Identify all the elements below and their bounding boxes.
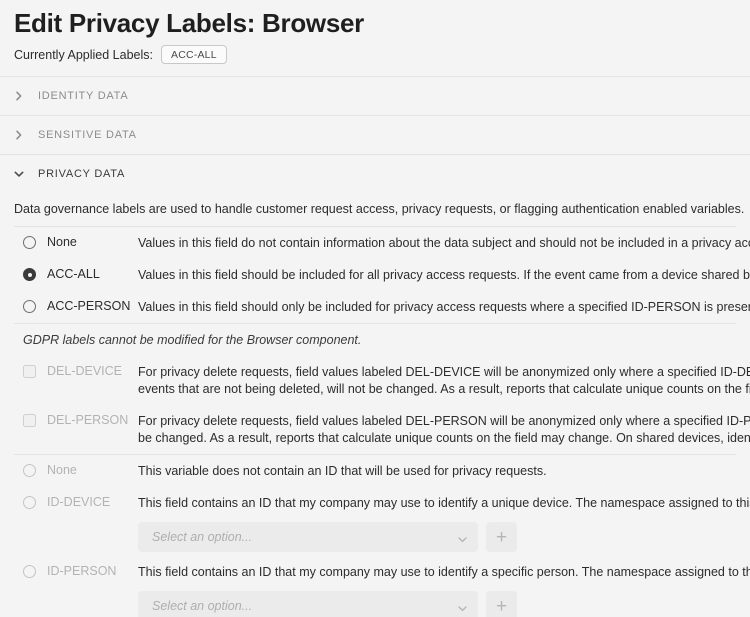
namespace-select-placeholder-id-person: Select an option... bbox=[152, 599, 253, 614]
applied-label-chip-acc-all[interactable]: ACC-ALL bbox=[160, 45, 227, 65]
currently-applied-labels-row: Currently Applied Labels: ACC-ALL bbox=[14, 45, 736, 65]
option-description-del-device: For privacy delete requests, field value… bbox=[136, 364, 750, 398]
option-row-id-person: ID-PERSON This field contains an ID that… bbox=[14, 556, 750, 588]
option-row-del-device: DEL-DEVICE For privacy delete requests, … bbox=[14, 356, 750, 405]
option-label-del-person: DEL-PERSON bbox=[47, 413, 129, 428]
accordion-title-identity-data: IDENTITY DATA bbox=[38, 90, 129, 103]
option-control-id-person: ID-PERSON bbox=[14, 564, 136, 579]
option-description-acc-all: Values in this field should be included … bbox=[138, 268, 750, 283]
option-description-id-person: This field contains an ID that my compan… bbox=[138, 565, 750, 580]
checkbox-del-device bbox=[23, 365, 36, 379]
checkbox-del-person bbox=[23, 414, 36, 428]
option-label-id-person: ID-PERSON bbox=[47, 564, 117, 579]
namespace-select-placeholder-id-device: Select an option... bbox=[152, 530, 253, 545]
option-control-del-person: DEL-PERSON bbox=[14, 413, 136, 428]
option-row-none-access[interactable]: None Values in this field do not contain… bbox=[14, 227, 750, 259]
radio-id-device bbox=[23, 496, 36, 510]
radio-none-access[interactable] bbox=[23, 236, 36, 250]
plus-icon: + bbox=[495, 526, 508, 548]
namespace-select-id-device[interactable]: Select an option... bbox=[138, 522, 478, 553]
option-description-del-person: For privacy delete requests, field value… bbox=[136, 413, 750, 447]
option-control-acc-all[interactable]: ACC-ALL bbox=[14, 267, 136, 282]
namespace-select-row-id-person: Select an option... + bbox=[14, 588, 736, 617]
accordion-section-privacy-data: PRIVACY DATA Data governance labels are … bbox=[0, 154, 750, 617]
option-control-acc-person[interactable]: ACC-PERSON bbox=[14, 299, 136, 314]
privacy-data-description: Data governance labels are used to handl… bbox=[14, 202, 745, 217]
accordion-header-sensitive-data[interactable]: SENSITIVE DATA bbox=[0, 116, 750, 154]
chevron-right-icon bbox=[14, 91, 24, 101]
chevron-down-icon bbox=[14, 169, 24, 179]
page-header: Edit Privacy Labels: Browser Currently A… bbox=[0, 0, 750, 65]
option-control-del-device: DEL-DEVICE bbox=[14, 364, 136, 379]
option-row-none-id: None This variable does not contain an I… bbox=[14, 455, 736, 487]
option-row-acc-person[interactable]: ACC-PERSON Values in this field should o… bbox=[14, 291, 750, 323]
accordion-header-identity-data[interactable]: IDENTITY DATA bbox=[0, 77, 750, 115]
radio-id-person bbox=[23, 565, 36, 579]
option-label-acc-all: ACC-ALL bbox=[47, 267, 100, 282]
option-label-acc-person: ACC-PERSON bbox=[47, 299, 131, 314]
option-description-del-device-line2: events that are not being deleted, will … bbox=[138, 382, 750, 397]
option-label-id-device: ID-DEVICE bbox=[47, 495, 111, 510]
chevron-right-icon bbox=[14, 130, 24, 140]
option-description-del-person-line2: be changed. As a result, reports that ca… bbox=[138, 431, 750, 446]
delete-label-checkbox-group: DEL-DEVICE For privacy delete requests, … bbox=[14, 356, 750, 454]
option-description-id-device: This field contains an ID that my compan… bbox=[138, 496, 750, 511]
accordion-title-privacy-data: PRIVACY DATA bbox=[38, 168, 126, 181]
chevron-down-icon bbox=[457, 532, 468, 543]
accordion-section-sensitive-data: SENSITIVE DATA bbox=[0, 115, 750, 154]
id-label-radio-group: None This variable does not contain an I… bbox=[14, 454, 750, 617]
option-description-acc-person: Values in this field should only be incl… bbox=[138, 300, 750, 315]
option-description-none-access: Values in this field do not contain info… bbox=[138, 236, 750, 251]
page-title: Edit Privacy Labels: Browser bbox=[14, 8, 364, 38]
access-label-radio-group: None Values in this field do not contain… bbox=[14, 226, 750, 323]
privacy-labels-accordion: IDENTITY DATA SENSITIVE DATA PRIVACY DAT… bbox=[0, 76, 750, 617]
option-description-del-person-line1: For privacy delete requests, field value… bbox=[138, 414, 750, 429]
option-row-del-person: DEL-PERSON For privacy delete requests, … bbox=[14, 405, 750, 454]
option-control-none-id: None bbox=[14, 463, 136, 478]
option-label-del-device: DEL-DEVICE bbox=[47, 364, 123, 379]
currently-applied-labels-label: Currently Applied Labels: bbox=[14, 47, 153, 62]
accordion-section-identity-data: IDENTITY DATA bbox=[0, 76, 750, 115]
option-control-id-device: ID-DEVICE bbox=[14, 495, 136, 510]
option-description-del-device-line1: For privacy delete requests, field value… bbox=[138, 365, 750, 380]
privacy-data-body: Data governance labels are used to handl… bbox=[0, 193, 750, 617]
radio-none-id bbox=[23, 464, 36, 478]
option-label-none-access: None bbox=[47, 235, 77, 250]
chevron-down-icon bbox=[457, 601, 468, 612]
plus-icon: + bbox=[495, 595, 508, 617]
accordion-title-sensitive-data: SENSITIVE DATA bbox=[38, 129, 137, 142]
namespace-select-id-person[interactable]: Select an option... bbox=[138, 591, 478, 617]
accordion-header-privacy-data[interactable]: PRIVACY DATA bbox=[0, 155, 750, 193]
radio-acc-person[interactable] bbox=[23, 300, 36, 314]
option-row-acc-all[interactable]: ACC-ALL Values in this field should be i… bbox=[14, 259, 750, 291]
radio-acc-all[interactable] bbox=[23, 268, 36, 282]
option-row-id-device: ID-DEVICE This field contains an ID that… bbox=[14, 487, 750, 519]
add-namespace-button-id-device[interactable]: + bbox=[486, 522, 517, 553]
option-control-none-access[interactable]: None bbox=[14, 235, 136, 250]
namespace-select-row-id-device: Select an option... + bbox=[14, 519, 736, 556]
option-label-none-id: None bbox=[47, 463, 77, 478]
gdpr-note: GDPR labels cannot be modified for the B… bbox=[23, 333, 362, 348]
add-namespace-button-id-person[interactable]: + bbox=[486, 591, 517, 617]
option-description-none-id: This variable does not contain an ID tha… bbox=[138, 464, 547, 479]
edit-privacy-labels-page: Edit Privacy Labels: Browser Currently A… bbox=[0, 0, 750, 617]
